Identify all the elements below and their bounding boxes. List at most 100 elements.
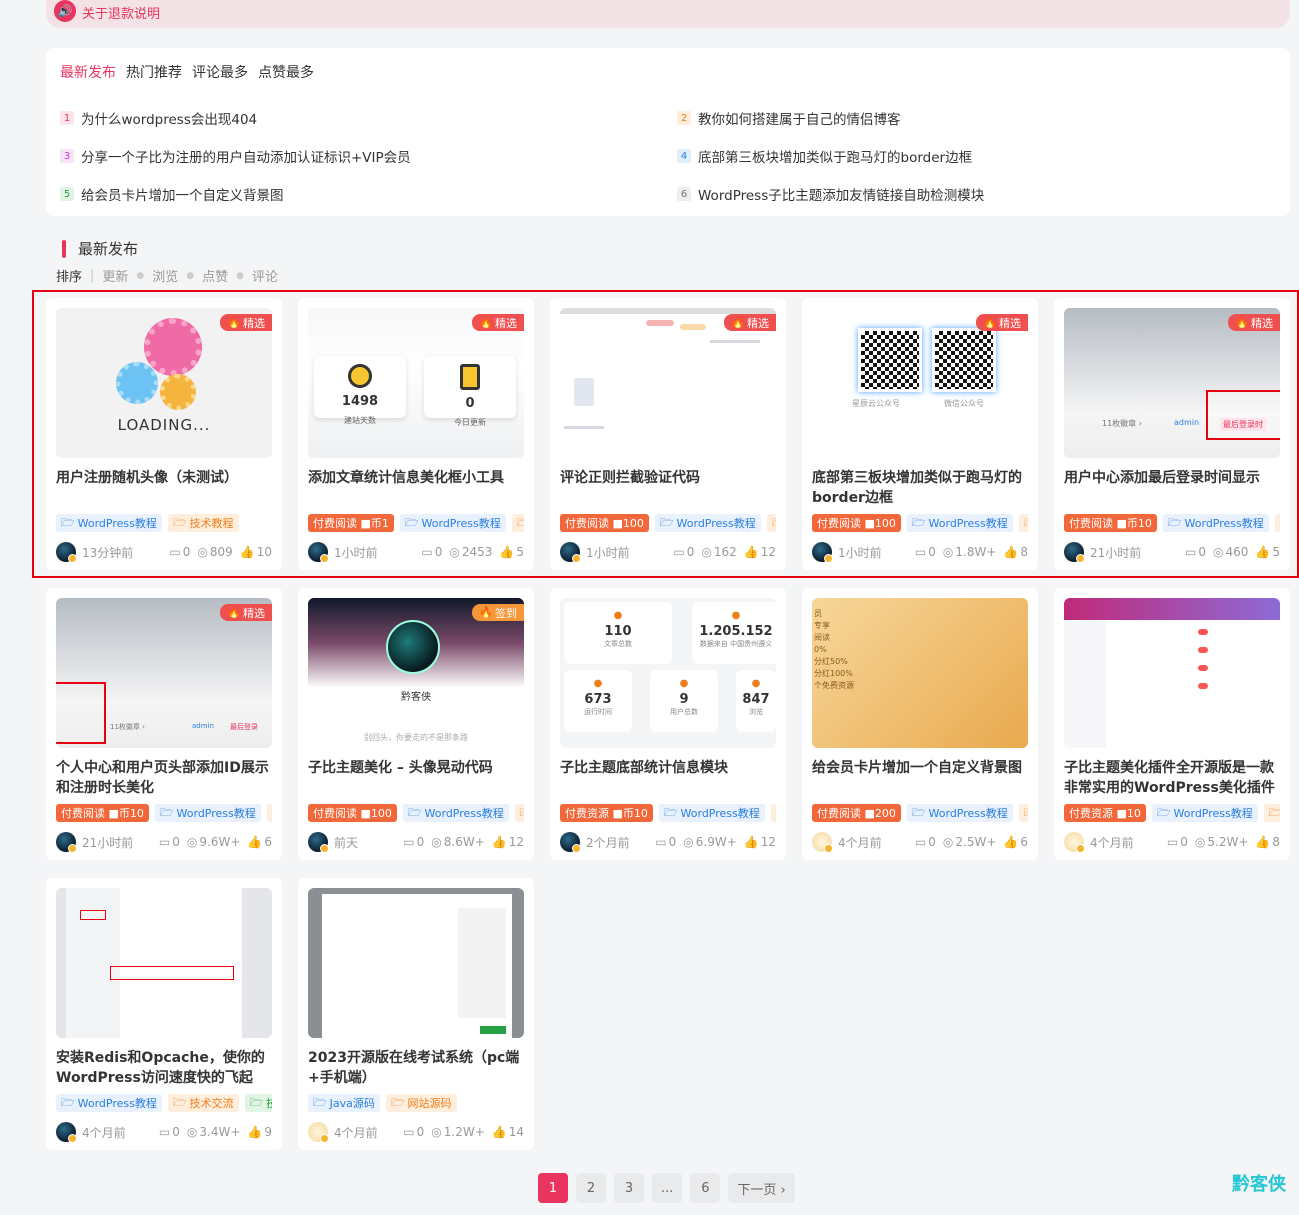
list-item[interactable]: 5 给会员卡片增加一个自定义背景图 bbox=[60, 184, 284, 204]
tag[interactable]: 🗁 WordPress教程 bbox=[154, 804, 261, 822]
tag[interactable]: 付费阅读 ■100 bbox=[560, 514, 649, 532]
post-card[interactable]: 11枚徽章 › admin 最后登录时 🔥 精选 用户中心添加最后登录时间显示 付费… bbox=[1054, 298, 1290, 570]
avatar[interactable] bbox=[1064, 542, 1085, 563]
post-card[interactable]: 黔客侠 别回头，你要走的不是那条路 🔥 签到 子比主题美化 – 头像晃动代码 付费阅… bbox=[298, 588, 534, 860]
tag[interactable]: 🗁 WordPress教程 bbox=[1151, 804, 1258, 822]
tag[interactable]: 🗁 技 bbox=[244, 1094, 272, 1112]
tag[interactable]: 付费阅读 ■币1 bbox=[308, 514, 394, 532]
avatar[interactable] bbox=[56, 1122, 77, 1143]
avatar[interactable] bbox=[812, 832, 833, 853]
list-item[interactable]: 2 教你如何搭建属于自己的情侣博客 bbox=[677, 108, 901, 128]
tag[interactable]: 🗁 WordPress教程 bbox=[906, 804, 1013, 822]
post-link[interactable]: WordPress子比主题添加友情链接自助检测模块 bbox=[698, 184, 984, 204]
list-item[interactable]: 3 分享一个子比为注册的用户自动添加认证标识+VIP会员 bbox=[60, 146, 411, 166]
tag[interactable]: 🗁 bbox=[1274, 514, 1280, 532]
post-thumbnail[interactable]: 11枚徽章 › admin 最后登录时 🔥 精选 bbox=[1064, 308, 1280, 458]
post-thumbnail[interactable]: 员专享 阅读 0% 分红50% 分红100% 个免费资源 bbox=[812, 598, 1028, 748]
post-card[interactable]: 11枚徽章 › admin 最后登录 🔥 精选 个人中心和用户页头部添加ID展示和注… bbox=[46, 588, 282, 860]
tag[interactable]: 付费资源 ■10 bbox=[1064, 804, 1146, 822]
post-card[interactable]: 子比主题美化插件全开源版是一款非常实用的WordPress美化插件 付费资源 ■… bbox=[1054, 588, 1290, 860]
post-thumbnail[interactable]: 黔客侠 别回头，你要走的不是那条路 🔥 签到 bbox=[308, 598, 524, 748]
avatar[interactable] bbox=[308, 1122, 329, 1143]
list-item[interactable]: 4 底部第三板块增加类似于跑马灯的border边框 bbox=[677, 146, 972, 166]
post-thumbnail[interactable]: 1498 建站天数 0 今日更新 🔥 精选 bbox=[308, 308, 524, 458]
page-3[interactable]: 3 bbox=[614, 1173, 644, 1203]
tag[interactable]: 付费阅读 ■100 bbox=[308, 804, 397, 822]
tag[interactable]: 付费资源 ■币10 bbox=[560, 804, 653, 822]
tag[interactable]: 付费阅读 ■200 bbox=[812, 804, 901, 822]
avatar[interactable] bbox=[308, 832, 329, 853]
post-link[interactable]: 底部第三板块增加类似于跑马灯的border边框 bbox=[698, 146, 972, 166]
post-card[interactable]: 1498 建站天数 0 今日更新 🔥 精选 添加文章统计信息美化框小工具 付费阅读 ■币… bbox=[298, 298, 534, 570]
post-link[interactable]: 教你如何搭建属于自己的情侣博客 bbox=[698, 108, 901, 128]
avatar[interactable] bbox=[812, 542, 833, 563]
tag[interactable]: 🗁 技术教程 bbox=[167, 514, 239, 532]
tag[interactable]: 🗁 bbox=[266, 804, 272, 822]
post-thumbnail[interactable]: 11枚徽章 › admin 最后登录 🔥 精选 bbox=[56, 598, 272, 748]
tag[interactable]: 🗁 bbox=[766, 514, 776, 532]
tag[interactable]: 🗁 WordPress教程 bbox=[654, 514, 761, 532]
sort-comments[interactable]: 评论 bbox=[252, 266, 278, 285]
post-thumbnail[interactable]: ● 110 文章总数 ● 1.205.152 数据来自 中国贵州遵义 ● 673 运行时间 ● 9 用… bbox=[560, 598, 776, 748]
post-link[interactable]: 分享一个子比为注册的用户自动添加认证标识+VIP会员 bbox=[81, 146, 411, 166]
tab-hot[interactable]: 热门推荐 bbox=[126, 62, 182, 82]
tag[interactable]: 🗁 WordPress教程 bbox=[399, 514, 506, 532]
avatar[interactable] bbox=[1064, 832, 1085, 853]
post-card[interactable]: 员专享 阅读 0% 分红50% 分红100% 个免费资源 给会员卡片增加一个自定义背景图 … bbox=[802, 588, 1038, 860]
post-thumbnail[interactable]: LOADING... 🔥 精选 bbox=[56, 308, 272, 458]
avatar[interactable] bbox=[308, 542, 329, 563]
tag[interactable]: 🗁 WordPress教程 bbox=[402, 804, 509, 822]
post-card[interactable]: 安装Redis和Opcache，使你的WordPress访问速度快的飞起 🗁 Wo… bbox=[46, 878, 282, 1150]
tag[interactable]: 🗁 WordPress教程 bbox=[906, 514, 1013, 532]
post-title[interactable]: 子比主题美化插件全开源版是一款非常实用的WordPress美化插件 bbox=[1064, 758, 1280, 798]
post-title[interactable]: 用户中心添加最后登录时间显示 bbox=[1064, 468, 1280, 488]
avatar[interactable] bbox=[56, 832, 77, 853]
list-item[interactable]: 1 为什么wordpress会出现404 bbox=[60, 108, 257, 128]
tab-latest[interactable]: 最新发布 bbox=[60, 62, 116, 82]
page-1[interactable]: 1 bbox=[538, 1173, 568, 1203]
tag[interactable]: 付费阅读 ■币10 bbox=[56, 804, 149, 822]
tag[interactable]: 🗁 技术交流 bbox=[167, 1094, 239, 1112]
tag[interactable]: 🗁 WordPress教程 bbox=[1162, 514, 1269, 532]
tag[interactable]: 🗁 bbox=[770, 804, 776, 822]
post-title[interactable]: 用户注册随机头像（未测试） bbox=[56, 468, 272, 488]
avatar[interactable] bbox=[560, 542, 581, 563]
post-card[interactable]: 2023开源版在线考试系统（pc端+手机端） 🗁 Java源码 🗁 网站源码 4个月前… bbox=[298, 878, 534, 1150]
post-title[interactable]: 添加文章统计信息美化框小工具 bbox=[308, 468, 524, 488]
refund-notice[interactable]: 🔊 关于退款说明 bbox=[46, 0, 1290, 28]
tab-most-comments[interactable]: 评论最多 bbox=[192, 62, 248, 82]
post-card[interactable]: LOADING... 🔥 精选 用户注册随机头像（未测试） 🗁 WordPress教程… bbox=[46, 298, 282, 570]
tag[interactable]: 🗁 bbox=[1263, 804, 1280, 822]
tag[interactable]: 🗁 Java源码 bbox=[308, 1094, 380, 1112]
post-title[interactable]: 2023开源版在线考试系统（pc端+手机端） bbox=[308, 1048, 524, 1088]
tag[interactable]: 🗁 WordPress教程 bbox=[56, 1094, 162, 1112]
post-title[interactable]: 评论正则拦截验证代码 bbox=[560, 468, 776, 488]
post-link[interactable]: 为什么wordpress会出现404 bbox=[81, 108, 257, 128]
post-thumbnail[interactable] bbox=[1064, 598, 1280, 748]
avatar[interactable] bbox=[560, 832, 581, 853]
tab-most-likes[interactable]: 点赞最多 bbox=[258, 62, 314, 82]
post-link[interactable]: 给会员卡片增加一个自定义背景图 bbox=[81, 184, 284, 204]
post-title[interactable]: 子比主题底部统计信息模块 bbox=[560, 758, 776, 778]
post-thumbnail[interactable]: 🔥 精选 bbox=[560, 308, 776, 458]
tag[interactable]: 🗁 WordPress教程 bbox=[56, 514, 162, 532]
post-title[interactable]: 给会员卡片增加一个自定义背景图 bbox=[812, 758, 1028, 778]
post-title[interactable]: 底部第三板块增加类似于跑马灯的border边框 bbox=[812, 468, 1028, 508]
tag[interactable]: 付费阅读 ■币10 bbox=[1064, 514, 1157, 532]
tag[interactable]: 🗁 bbox=[511, 514, 524, 532]
tag[interactable]: 🗁 网站源码 bbox=[385, 1094, 457, 1112]
post-thumbnail[interactable]: 星辰云公众号 微信公众号 🔥 精选 bbox=[812, 308, 1028, 458]
sort-likes[interactable]: 点赞 bbox=[202, 266, 228, 285]
post-card[interactable]: 🔥精选 评论正则拦截验证代码 付费阅读 ■100🗁WordPress教程🗁 1小… bbox=[550, 298, 786, 570]
post-thumbnail[interactable] bbox=[308, 888, 524, 1038]
post-card[interactable]: ● 110 文章总数 ● 1.205.152 数据来自 中国贵州遵义 ● 673 运行时间 ● 9 用… bbox=[550, 588, 786, 860]
list-item[interactable]: 6 WordPress子比主题添加友情链接自助检测模块 bbox=[677, 184, 984, 204]
tag[interactable]: 付费阅读 ■100 bbox=[812, 514, 901, 532]
next-page-button[interactable]: 下一页 › bbox=[728, 1173, 795, 1203]
avatar[interactable] bbox=[56, 542, 77, 563]
post-card[interactable]: 星辰云公众号 微信公众号 🔥 精选 底部第三板块增加类似于跑马灯的border边框 … bbox=[802, 298, 1038, 570]
tag[interactable]: 🗁 WordPress教程 bbox=[658, 804, 765, 822]
post-thumbnail[interactable] bbox=[56, 888, 272, 1038]
post-title[interactable]: 个人中心和用户页头部添加ID展示和注册时长美化 bbox=[56, 758, 272, 798]
sort-views[interactable]: 浏览 bbox=[152, 266, 178, 285]
